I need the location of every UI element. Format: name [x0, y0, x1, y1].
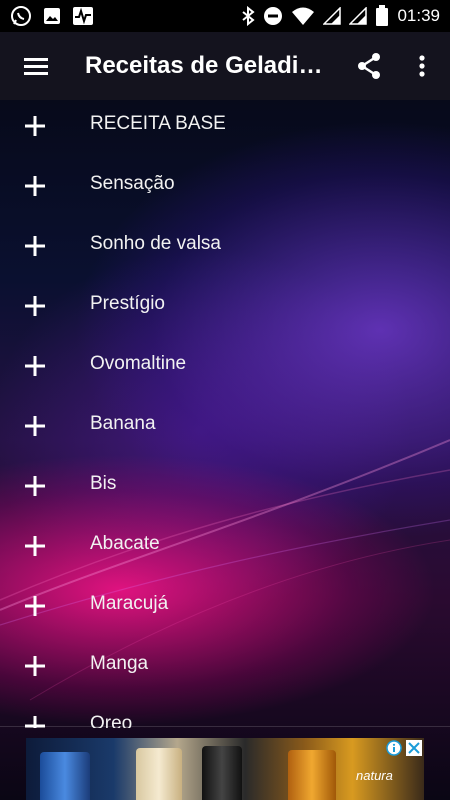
list-item-label: Manga: [90, 653, 149, 674]
divider: [0, 726, 450, 727]
list-item-label: Banana: [90, 413, 156, 434]
ad-banner[interactable]: natura: [26, 738, 424, 800]
signal-icon: [323, 7, 342, 25]
list-item[interactable]: Maracujá: [0, 576, 450, 636]
plus-icon: [24, 655, 46, 677]
ad-close-icon[interactable]: [406, 740, 422, 756]
list-item-label: Bis: [90, 473, 117, 494]
ad-product-image: [40, 752, 90, 800]
more-vert-icon[interactable]: [410, 51, 434, 81]
list-item-label: Sensação: [90, 173, 175, 194]
app-bar: Receitas de Geladin…: [0, 32, 450, 100]
wifi-icon: [291, 6, 315, 26]
list-item[interactable]: Abacate: [0, 516, 450, 576]
list-item-label: Prestígio: [90, 293, 165, 314]
ad-product-image: [288, 750, 336, 800]
plus-icon: [24, 415, 46, 437]
plus-icon: [24, 475, 46, 497]
list-item-label: Abacate: [90, 533, 160, 554]
hamburger-menu-icon[interactable]: [21, 51, 51, 81]
ad-brand-logo: natura: [356, 768, 393, 783]
list-item[interactable]: Bis: [0, 456, 450, 516]
status-bar: 01:39: [0, 0, 450, 32]
list-item-label: Maracujá: [90, 593, 169, 614]
plus-icon: [24, 115, 46, 137]
list-item[interactable]: Oreo: [0, 696, 450, 728]
list-item[interactable]: Prestígio: [0, 276, 450, 336]
ad-product-image: [202, 746, 242, 800]
plus-icon: [24, 535, 46, 557]
image-icon: [42, 6, 62, 26]
list-item[interactable]: Sensação: [0, 156, 450, 216]
clock: 01:39: [397, 6, 440, 25]
ad-product-image: [136, 748, 182, 800]
plus-icon: [24, 235, 46, 257]
do-not-disturb-icon: [263, 6, 283, 26]
signal-icon: [349, 7, 368, 25]
list-item-label: Sonho de valsa: [90, 233, 221, 254]
plus-icon: [24, 355, 46, 377]
list-item[interactable]: RECEITA BASE: [0, 96, 450, 156]
list-item[interactable]: Banana: [0, 396, 450, 456]
page-title: Receitas de Geladin…: [85, 52, 325, 79]
bluetooth-icon: [241, 6, 256, 26]
list-item-label: RECEITA BASE: [90, 113, 226, 134]
list-item[interactable]: Ovomaltine: [0, 336, 450, 396]
ad-info-icon[interactable]: [386, 740, 402, 756]
activity-icon: [72, 6, 94, 26]
recipe-list: RECEITA BASE Sensação Sonho de valsa Prestí…: [0, 96, 450, 728]
list-item[interactable]: Manga: [0, 636, 450, 696]
share-icon[interactable]: [354, 51, 384, 81]
plus-icon: [24, 595, 46, 617]
battery-icon: [375, 5, 389, 27]
plus-icon: [24, 295, 46, 317]
whatsapp-icon: [10, 5, 32, 27]
list-item-label: Ovomaltine: [90, 353, 187, 374]
list-item[interactable]: Sonho de valsa: [0, 216, 450, 276]
plus-icon: [24, 175, 46, 197]
